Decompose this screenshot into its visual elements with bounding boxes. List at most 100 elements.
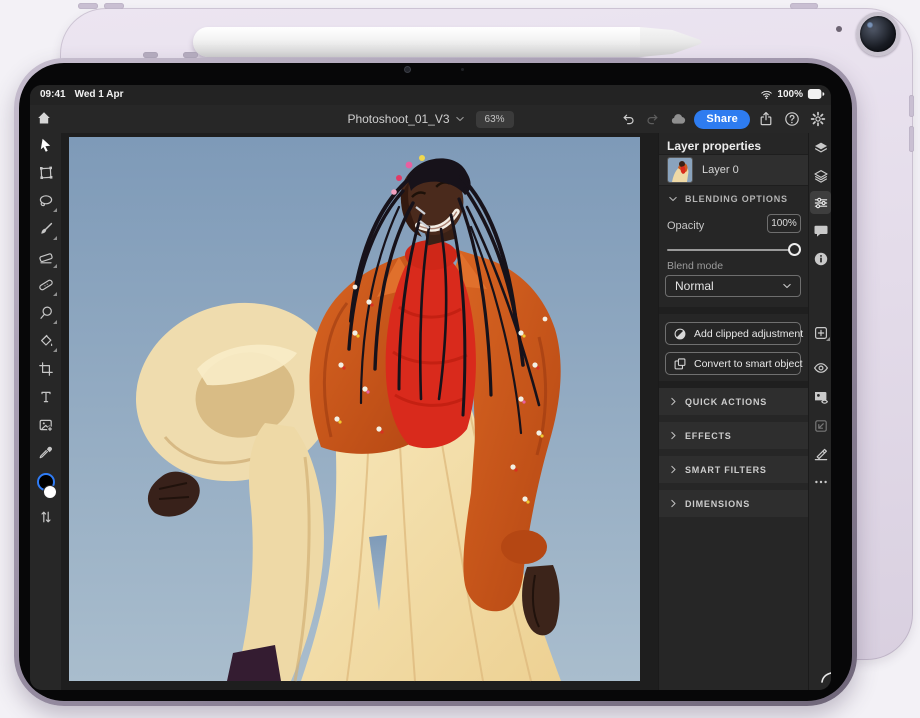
document-title-menu[interactable]: Photoshoot_01_V3 — [347, 112, 465, 126]
opacity-value[interactable]: 100% — [767, 214, 801, 233]
help-icon[interactable] — [783, 110, 801, 128]
type-icon — [38, 389, 54, 410]
tool-type[interactable] — [30, 385, 61, 413]
redo-icon[interactable] — [644, 110, 662, 128]
layer-name: Layer 0 — [702, 164, 739, 176]
tool-eyedropper[interactable] — [30, 441, 61, 469]
tool-place-photo[interactable] — [30, 413, 61, 441]
comments-icon[interactable] — [812, 222, 829, 239]
tool-eraser[interactable] — [30, 245, 61, 273]
tool-move[interactable] — [30, 133, 61, 161]
slider-track — [667, 249, 801, 251]
export-icon[interactable] — [757, 110, 775, 128]
tool-magnify[interactable] — [30, 301, 61, 329]
layer-row[interactable]: Layer 0 — [659, 154, 809, 186]
flatten-icon[interactable] — [812, 445, 829, 462]
move-icon — [38, 137, 54, 158]
slider-knob[interactable] — [788, 243, 801, 256]
blend-mode-select[interactable]: Normal — [665, 275, 801, 297]
convert-to-smart-object-button[interactable]: Convert to smart object — [665, 352, 801, 375]
swap-vertical-icon — [38, 509, 54, 530]
tool-bar — [30, 133, 62, 690]
panel-divider — [659, 381, 809, 388]
undo-icon[interactable] — [619, 110, 637, 128]
visibility-eye-icon[interactable] — [812, 359, 829, 376]
place-photo-icon — [38, 417, 54, 438]
fill-icon — [38, 333, 54, 354]
front-volume-button — [143, 52, 158, 58]
layers-icon[interactable] — [812, 139, 829, 156]
chevron-right-icon — [668, 396, 679, 407]
tool-lasso[interactable] — [30, 189, 61, 217]
blending-options-header[interactable]: BLENDING OPTIONS — [667, 193, 788, 205]
photoshop-top-bar: Photoshoot_01_V3 63% Share — [30, 105, 831, 134]
magnify-icon — [38, 305, 54, 326]
chevron-right-icon — [668, 430, 679, 441]
layer-filter-icon[interactable] — [812, 167, 829, 184]
apple-pencil-body — [193, 27, 642, 57]
chevron-down-icon — [667, 193, 679, 205]
clip-layer-icon[interactable] — [812, 417, 829, 434]
ipad-status-bar: 09:41 Wed 1 Apr 100% — [30, 85, 831, 105]
tool-brush[interactable] — [30, 217, 61, 245]
chevron-right-icon — [668, 464, 679, 475]
share-button[interactable]: Share — [694, 110, 750, 129]
tool-crop[interactable] — [30, 357, 61, 385]
layer-thumbnail — [667, 157, 693, 183]
color-swatches[interactable] — [30, 471, 61, 505]
canvas-photo[interactable] — [69, 137, 640, 681]
battery-percent: 100% — [777, 89, 803, 100]
eraser-icon — [38, 249, 54, 270]
rear-volume-button — [78, 3, 98, 9]
apple-pencil — [193, 27, 702, 57]
front-sensor-dot — [461, 68, 464, 71]
blending-options-label: BLENDING OPTIONS — [685, 194, 788, 204]
blend-mode-label: Blend mode — [667, 260, 723, 272]
add-layer-icon[interactable] — [812, 324, 829, 341]
tool-fill[interactable] — [30, 329, 61, 357]
canvas-pasteboard[interactable] — [61, 133, 658, 690]
tool-healing[interactable] — [30, 273, 61, 301]
properties-icon[interactable] — [812, 194, 829, 211]
chevron-down-icon — [454, 113, 466, 125]
tool-transform[interactable] — [30, 161, 61, 189]
settings-gear-icon[interactable] — [809, 110, 827, 128]
rear-camera-lens — [856, 12, 900, 56]
eyedropper-icon — [38, 445, 54, 466]
panel-title: Layer properties — [667, 139, 761, 153]
opacity-slider[interactable] — [667, 243, 801, 257]
info-icon[interactable] — [812, 250, 829, 267]
layer-mask-icon[interactable] — [812, 388, 829, 405]
add-clipped-adjustment-button[interactable]: Add clipped adjustment — [665, 322, 801, 345]
background-color-swatch[interactable] — [43, 485, 57, 499]
more-options-icon[interactable] — [812, 473, 829, 490]
rear-mic-dot — [836, 26, 842, 32]
rear-side-button — [909, 126, 914, 152]
status-time: 09:41 — [40, 89, 66, 100]
section-label: QUICK ACTIONS — [685, 397, 767, 407]
battery-icon — [807, 88, 825, 100]
section-dimensions[interactable]: DIMENSIONS — [659, 490, 809, 517]
brush-icon — [38, 221, 54, 242]
section-quick-actions[interactable]: QUICK ACTIONS — [659, 388, 809, 415]
section-label: SMART FILTERS — [685, 465, 767, 475]
wifi-icon — [760, 88, 773, 100]
cloud-sync-icon[interactable] — [669, 110, 687, 128]
chevron-right-icon — [668, 498, 679, 509]
zoom-level-chip[interactable]: 63% — [476, 111, 514, 128]
panel-divider — [659, 307, 809, 314]
front-volume-button — [183, 52, 198, 58]
section-smart-filters[interactable]: SMART FILTERS — [659, 456, 809, 483]
rear-top-button — [790, 3, 818, 9]
rear-side-button — [909, 95, 914, 117]
rear-volume-button — [104, 3, 124, 9]
marketing-stage: 09:41 Wed 1 Apr 100% Photoshoot_01_V3 63… — [0, 0, 920, 718]
status-date: Wed 1 Apr — [75, 89, 124, 100]
photoshop-app-screen: 09:41 Wed 1 Apr 100% Photoshoot_01_V3 63… — [30, 85, 831, 690]
layer-properties-panel: Layer properties Layer 0 BLENDING OPTION… — [658, 133, 809, 690]
section-effects[interactable]: EFFECTS — [659, 422, 809, 449]
tool-swap-vertical[interactable] — [30, 505, 61, 533]
section-label: DIMENSIONS — [685, 499, 750, 509]
corner-curl-icon — [821, 671, 831, 683]
transform-icon — [38, 165, 54, 186]
